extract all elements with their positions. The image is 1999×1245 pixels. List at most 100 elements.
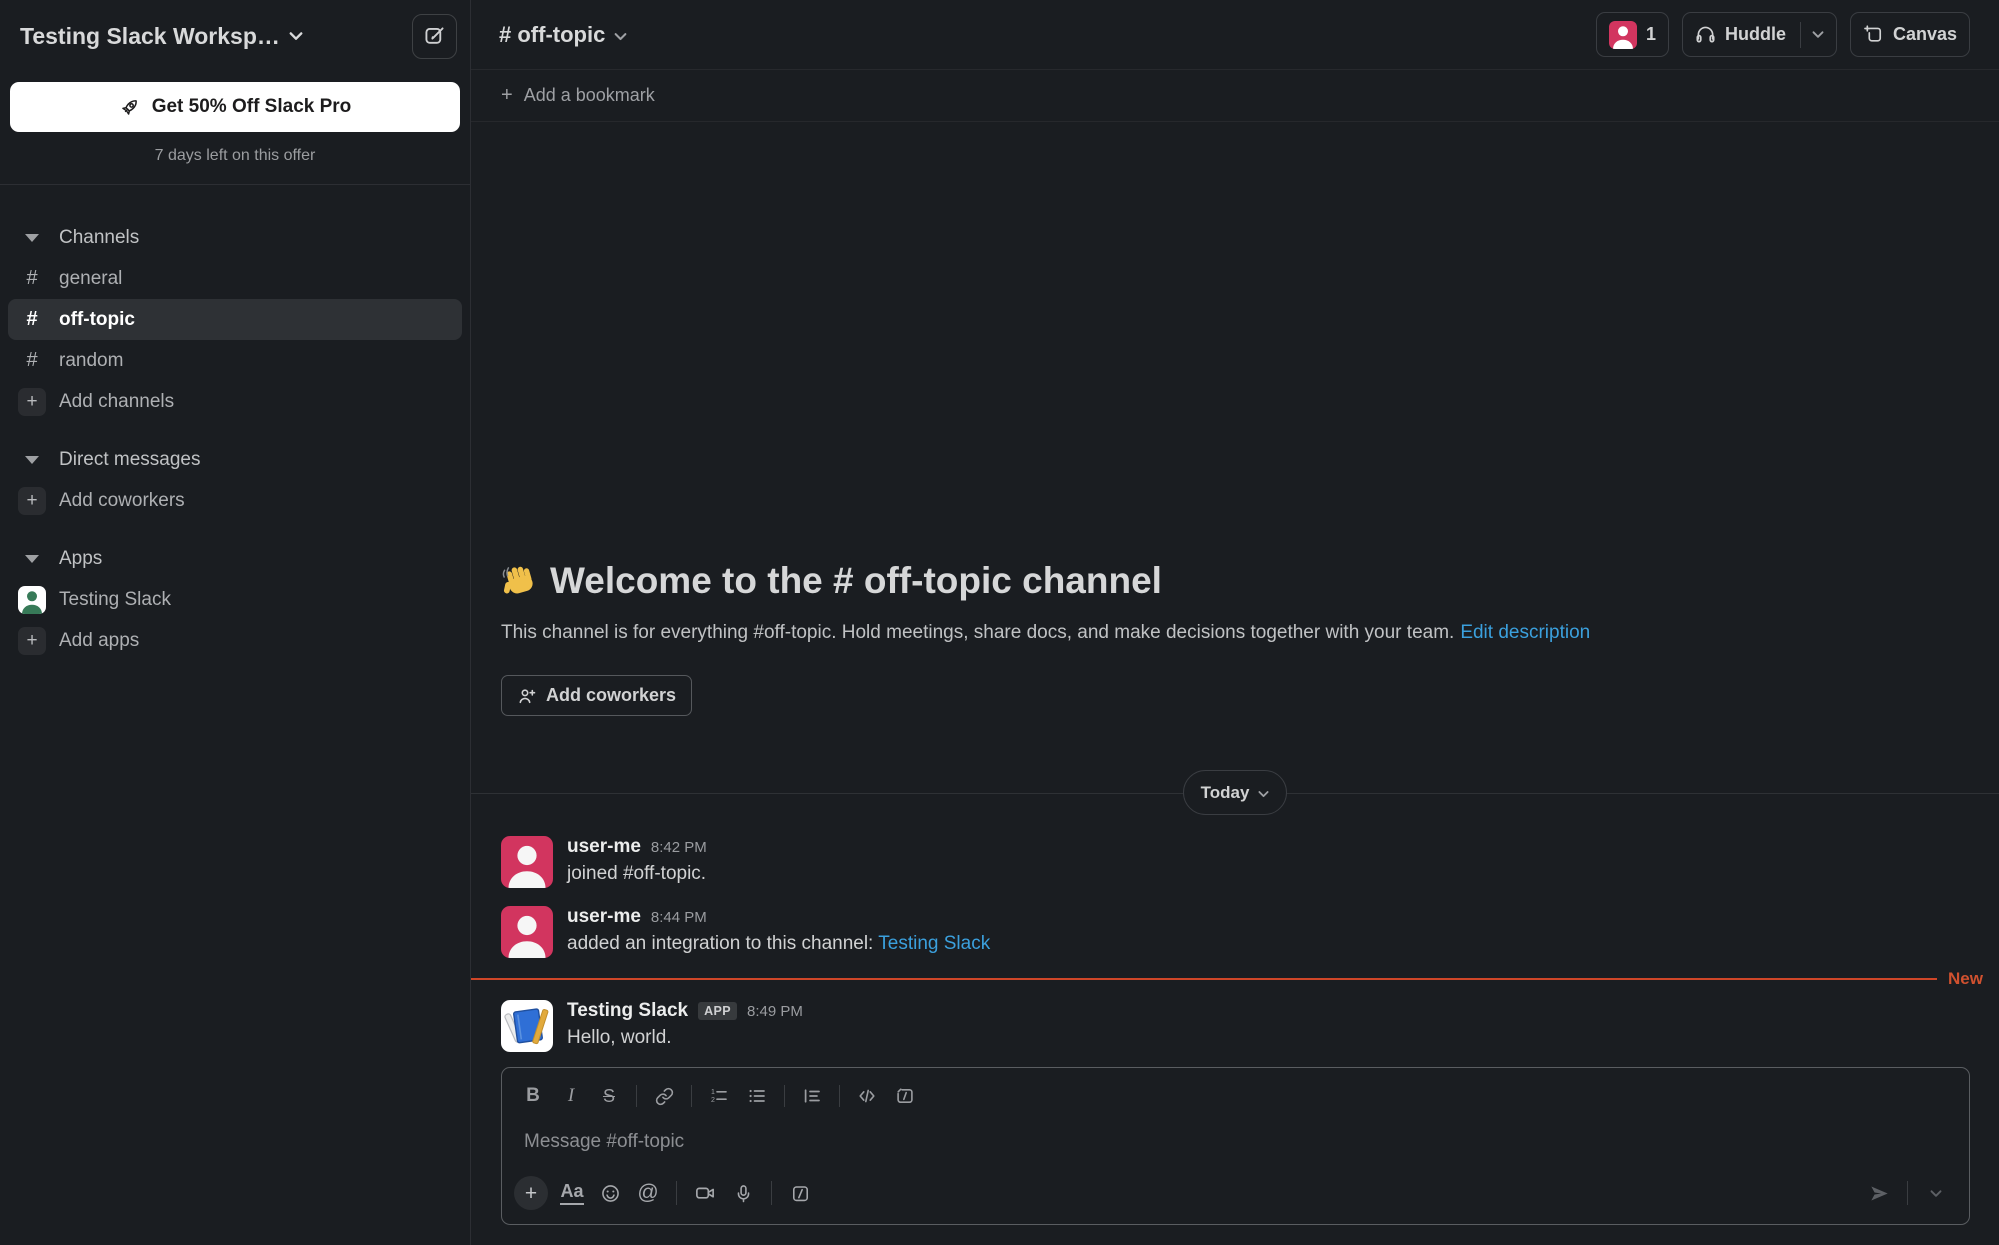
- channel-title-button[interactable]: # off-topic: [499, 22, 627, 48]
- message-row: user-me 8:44 PM added an integration to …: [471, 897, 1999, 967]
- workspace-header: Testing Slack Worksp…: [0, 0, 470, 72]
- italic-button[interactable]: I: [552, 1079, 590, 1113]
- channel-header: # off-topic 1 Huddle: [471, 0, 1999, 70]
- send-button[interactable]: [1860, 1176, 1898, 1210]
- section-apps[interactable]: Apps: [8, 538, 462, 579]
- section-direct-messages[interactable]: Direct messages: [8, 439, 462, 480]
- upgrade-pro-label: Get 50% Off Slack Pro: [152, 96, 352, 118]
- integration-link[interactable]: Testing Slack: [878, 933, 990, 954]
- message-content: user-me 8:42 PM joined #off-topic.: [567, 836, 707, 888]
- message-history: Welcome to the # off-topic channel This …: [471, 122, 1999, 1061]
- add-bookmark-label: Add a bookmark: [524, 85, 655, 106]
- add-coworkers-button[interactable]: Add coworkers: [501, 675, 692, 716]
- canvas-button[interactable]: Canvas: [1850, 12, 1970, 57]
- code-block-icon[interactable]: [886, 1079, 924, 1113]
- plus-icon: +: [18, 627, 46, 655]
- app-avatar-book[interactable]: [501, 1000, 553, 1052]
- chevron-down-icon: [1258, 790, 1269, 798]
- message-timestamp[interactable]: 8:42 PM: [651, 839, 707, 856]
- channel-title: # off-topic: [499, 22, 605, 48]
- code-icon[interactable]: [848, 1079, 886, 1113]
- toolbar-divider: [636, 1085, 637, 1107]
- message-composer: B I S 12: [501, 1067, 1970, 1225]
- message-author[interactable]: user-me: [567, 836, 641, 858]
- video-icon[interactable]: [686, 1176, 724, 1210]
- blockquote-icon[interactable]: [793, 1079, 831, 1113]
- send-options-chevron[interactable]: [1917, 1176, 1955, 1210]
- message-author[interactable]: user-me: [567, 906, 641, 928]
- message-timestamp[interactable]: 8:44 PM: [651, 909, 707, 926]
- send-controls: [1860, 1176, 1955, 1210]
- attach-plus-button[interactable]: +: [514, 1176, 548, 1210]
- text-format-toggle[interactable]: Aa: [553, 1176, 591, 1210]
- channel-description-text: This channel is for everything #off-topi…: [501, 622, 1454, 643]
- button-divider: [1800, 22, 1801, 48]
- chevron-down-icon[interactable]: [1812, 30, 1824, 39]
- message-row: Testing Slack APP 8:49 PM Hello, world.: [471, 991, 1999, 1061]
- toolbar-divider: [676, 1181, 677, 1205]
- channel-label: random: [59, 350, 123, 372]
- add-coworkers-label: Add coworkers: [59, 490, 185, 512]
- emoji-icon[interactable]: [591, 1176, 629, 1210]
- sidebar-item-off-topic[interactable]: # off-topic: [8, 299, 462, 340]
- message-input[interactable]: Message #off-topic: [502, 1116, 1969, 1168]
- microphone-icon[interactable]: [724, 1176, 762, 1210]
- add-bookmark-button[interactable]: + Add a bookmark: [471, 70, 1999, 122]
- formatting-toolbar: B I S 12: [502, 1068, 1969, 1116]
- new-message-button[interactable]: [412, 14, 457, 59]
- ordered-list-icon[interactable]: 12: [700, 1079, 738, 1113]
- channel-description: This channel is for everything #off-topi…: [501, 622, 1969, 644]
- waving-hand-emoji-icon: [501, 562, 539, 600]
- sidebar-item-random[interactable]: # random: [8, 340, 462, 381]
- huddle-button[interactable]: Huddle: [1682, 12, 1837, 57]
- message-text: added an integration to this channel: Te…: [567, 933, 990, 955]
- section-channels[interactable]: Channels: [8, 217, 462, 258]
- sidebar-item-general[interactable]: # general: [8, 258, 462, 299]
- strikethrough-button[interactable]: S: [590, 1079, 628, 1113]
- message-text: joined #off-topic.: [567, 863, 707, 885]
- member-avatar: [1609, 21, 1637, 49]
- bold-button[interactable]: B: [514, 1079, 552, 1113]
- plus-icon: +: [18, 487, 46, 515]
- add-apps-label: Add apps: [59, 630, 139, 652]
- section-apps-label: Apps: [59, 548, 102, 570]
- date-label: Today: [1201, 783, 1250, 803]
- section-gap: [0, 521, 470, 538]
- upgrade-pro-button[interactable]: Get 50% Off Slack Pro: [10, 82, 460, 132]
- link-icon[interactable]: [645, 1079, 683, 1113]
- bullet-list-icon[interactable]: [738, 1079, 776, 1113]
- message-timestamp[interactable]: 8:49 PM: [747, 1003, 803, 1020]
- plus-icon: +: [18, 388, 46, 416]
- hash-icon: #: [18, 306, 46, 334]
- rocket-icon: [119, 96, 141, 118]
- add-channels-button[interactable]: + Add channels: [8, 381, 462, 422]
- channel-welcome: Welcome to the # off-topic channel This …: [471, 560, 1999, 770]
- sidebar-item-testing-slack-app[interactable]: Testing Slack: [8, 579, 462, 620]
- new-messages-divider: New: [471, 969, 1999, 989]
- user-avatar[interactable]: [501, 836, 553, 888]
- date-pill-button[interactable]: Today: [1183, 770, 1288, 815]
- date-divider: Today: [471, 770, 1999, 815]
- toolbar-divider: [771, 1181, 772, 1205]
- collapse-triangle-icon: [18, 446, 46, 474]
- add-apps-button[interactable]: + Add apps: [8, 620, 462, 661]
- section-gap: [0, 422, 470, 439]
- header-actions: 1 Huddle Canvas: [1596, 12, 1970, 57]
- add-channels-label: Add channels: [59, 391, 174, 413]
- slash-commands-icon[interactable]: [781, 1176, 819, 1210]
- toolbar-divider: [1907, 1181, 1908, 1205]
- mention-icon[interactable]: @: [629, 1176, 667, 1210]
- app-avatar-green-person: [18, 586, 46, 614]
- members-button[interactable]: 1: [1596, 12, 1669, 57]
- workspace-switcher[interactable]: Testing Slack Worksp…: [20, 23, 303, 50]
- new-divider-line: [471, 978, 1937, 980]
- channel-label: general: [59, 268, 122, 290]
- edit-description-link[interactable]: Edit description: [1460, 622, 1590, 643]
- add-coworkers-sidebar-button[interactable]: + Add coworkers: [8, 480, 462, 521]
- message-text: Hello, world.: [567, 1027, 803, 1049]
- user-avatar[interactable]: [501, 906, 553, 958]
- chevron-down-icon: [614, 32, 627, 41]
- hash-icon: #: [18, 347, 46, 375]
- message-author[interactable]: Testing Slack: [567, 1000, 688, 1022]
- new-label: New: [1948, 969, 1983, 989]
